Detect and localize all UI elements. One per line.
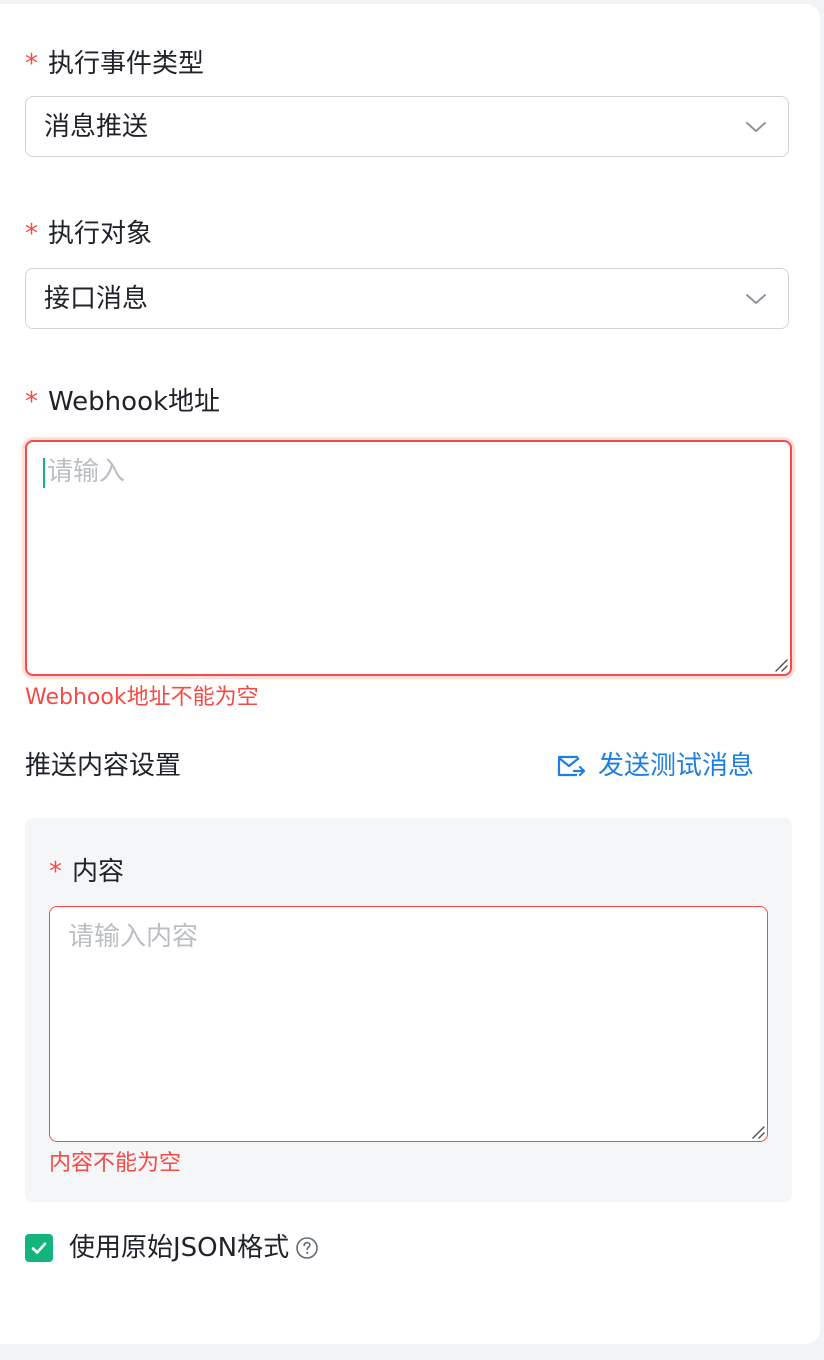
webhook-placeholder: 请输入 <box>47 457 126 487</box>
target-label: * 执行对象 <box>25 219 153 249</box>
resize-handle-icon[interactable] <box>749 1123 765 1139</box>
webhook-label: * Webhook地址 <box>25 387 221 417</box>
webhook-error: Webhook地址不能为空 <box>25 685 259 710</box>
form-panel: * 执行事件类型 消息推送 * 执行对象 接口消息 * Webhook地址 请输入 W… <box>0 4 820 1344</box>
required-mark: * <box>25 219 38 249</box>
text-caret <box>43 458 45 488</box>
event-type-select[interactable]: 消息推送 <box>25 96 789 157</box>
content-label: * 内容 <box>49 857 125 887</box>
event-type-value: 消息推送 <box>44 112 149 142</box>
target-select[interactable]: 接口消息 <box>25 268 789 329</box>
content-placeholder: 请输入内容 <box>68 922 199 952</box>
required-mark: * <box>49 857 62 887</box>
required-mark: * <box>25 49 38 79</box>
event-type-label: * 执行事件类型 <box>25 49 205 79</box>
raw-json-label[interactable]: 使用原始JSON格式 <box>69 1230 289 1266</box>
mail-send-icon <box>557 755 586 777</box>
resize-handle-icon[interactable] <box>772 656 788 672</box>
raw-json-checkbox[interactable] <box>25 1234 53 1262</box>
send-test-label: 发送测试消息 <box>598 751 755 781</box>
content-error: 内容不能为空 <box>49 1151 182 1176</box>
push-settings-title: 推送内容设置 <box>25 751 182 781</box>
help-icon[interactable] <box>295 1236 319 1260</box>
webhook-textarea[interactable]: 请输入 <box>25 440 792 676</box>
chevron-down-icon <box>746 122 766 132</box>
content-textarea[interactable]: 请输入内容 <box>49 906 768 1142</box>
required-mark: * <box>25 387 38 417</box>
send-test-message-button[interactable]: 发送测试消息 <box>556 748 754 784</box>
raw-json-option: 使用原始JSON格式 <box>25 1230 319 1266</box>
check-icon <box>31 1242 47 1254</box>
chevron-down-icon <box>746 294 766 304</box>
target-value: 接口消息 <box>44 284 149 314</box>
